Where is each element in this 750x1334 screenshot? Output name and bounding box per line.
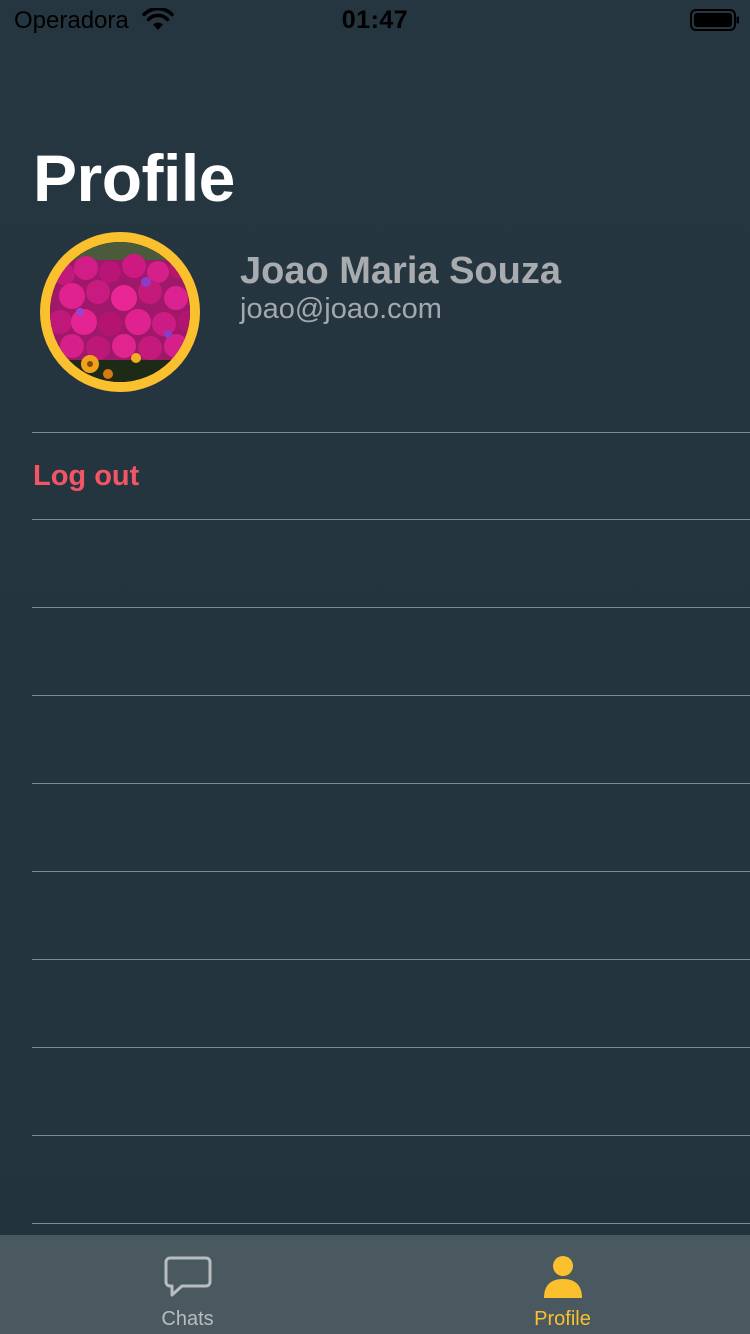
separator <box>32 1047 750 1048</box>
separator <box>32 432 750 433</box>
separator <box>32 1135 750 1136</box>
separator <box>32 519 750 520</box>
battery-icon <box>690 9 739 31</box>
status-bar: Operadora 01:47 <box>0 0 750 40</box>
separator <box>32 959 750 960</box>
page-title: Profile <box>33 141 235 215</box>
user-email: joao@joao.com <box>240 293 442 325</box>
tab-chats[interactable]: Chats <box>0 1235 375 1334</box>
status-clock: 01:47 <box>341 6 409 34</box>
separator <box>32 871 750 872</box>
separator <box>32 783 750 784</box>
tab-label: Profile <box>534 1308 591 1330</box>
flower-photo <box>50 242 190 382</box>
separator <box>32 695 750 696</box>
tab-bar: Chats Profile <box>0 1235 750 1334</box>
chat-bubble-icon <box>164 1256 212 1297</box>
user-name: Joao Maria Souza <box>240 250 561 292</box>
tab-label: Chats <box>161 1308 214 1330</box>
person-icon <box>544 1256 582 1298</box>
tab-profile[interactable]: Profile <box>375 1235 750 1334</box>
avatar[interactable] <box>40 232 200 392</box>
separator <box>32 1223 750 1224</box>
logout-button[interactable]: Log out <box>33 458 139 494</box>
avatar-photo <box>50 242 190 382</box>
separator <box>32 607 750 608</box>
